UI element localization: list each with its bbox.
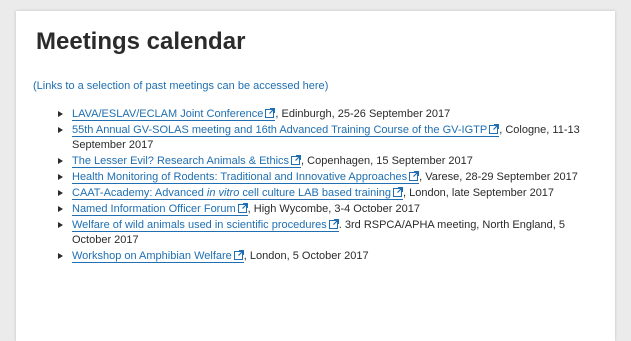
- meeting-link[interactable]: Health Monitoring of Rodents: Traditiona…: [72, 171, 420, 184]
- triangle-bullet-icon: [58, 222, 63, 228]
- meeting-link[interactable]: CAAT-Academy: Advanced in vitro cell cul…: [72, 187, 403, 200]
- triangle-bullet-icon: [58, 158, 63, 164]
- list-item: Named Information Officer Forum , High Wy…: [58, 202, 588, 217]
- triangle-bullet-icon: [58, 253, 63, 259]
- triangle-bullet-icon: [58, 174, 63, 180]
- external-link-icon: [233, 250, 244, 260]
- triangle-bullet-icon: [58, 206, 63, 212]
- meeting-link-text: CAAT-Academy: Advanced: [72, 187, 207, 199]
- triangle-bullet-icon: [58, 190, 63, 196]
- meeting-link-text: Workshop on Amphibian Welfare: [72, 250, 232, 262]
- past-meetings-note: (Links to a selection of past meetings c…: [33, 80, 328, 92]
- meeting-link-text: LAVA/ESLAV/ECLAM Joint Conference: [72, 108, 264, 120]
- external-link-icon: [265, 108, 276, 118]
- meeting-link[interactable]: LAVA/ESLAV/ECLAM Joint Conference: [72, 108, 276, 121]
- meeting-details: , London, late September 2017: [402, 187, 555, 199]
- meeting-link-text: 55th Annual GV-SOLAS meeting and 16th Ad…: [72, 124, 488, 136]
- meetings-list: LAVA/ESLAV/ECLAM Joint Conference , Edinb…: [58, 107, 588, 265]
- meeting-link[interactable]: Welfare of wild animals used in scientif…: [72, 219, 339, 232]
- meeting-link-text: Welfare of wild animals used in scientif…: [72, 219, 327, 231]
- meeting-details: , Varese, 28-29 September 2017: [419, 171, 578, 183]
- external-link-icon: [237, 203, 248, 213]
- meeting-link-text: Named Information Officer Forum: [72, 203, 236, 215]
- page-title: Meetings calendar: [36, 28, 246, 55]
- external-link-icon: [409, 171, 420, 181]
- triangle-bullet-icon: [58, 111, 63, 117]
- list-item: Health Monitoring of Rodents: Traditiona…: [58, 170, 588, 185]
- external-link-icon: [328, 219, 339, 229]
- meeting-details: , High Wycombe, 3-4 October 2017: [247, 203, 420, 215]
- meeting-link-text-end: cell culture LAB based training: [239, 187, 391, 199]
- external-link-icon: [392, 187, 403, 197]
- meeting-link-text: The Lesser Evil? Research Animals & Ethi…: [72, 155, 290, 167]
- triangle-bullet-icon: [58, 127, 63, 133]
- meeting-link[interactable]: The Lesser Evil? Research Animals & Ethi…: [72, 155, 302, 168]
- list-item: Workshop on Amphibian Welfare , London, 5…: [58, 249, 588, 264]
- meeting-link[interactable]: 55th Annual GV-SOLAS meeting and 16th Ad…: [72, 124, 500, 137]
- meeting-details: , Edinburgh, 25-26 September 2017: [275, 108, 451, 120]
- past-close-paren: ): [324, 80, 329, 92]
- list-item: The Lesser Evil? Research Animals & Ethi…: [58, 154, 588, 169]
- list-item: CAAT-Academy: Advanced in vitro cell cul…: [58, 186, 588, 201]
- meeting-details: , London, 5 October 2017: [243, 250, 369, 262]
- meeting-link-emphasis: in vitro: [206, 187, 240, 199]
- past-meetings-link-text: Links to a selection of past meetings ca…: [36, 80, 325, 92]
- content-card: Meetings calendar (Links to a selection …: [16, 11, 615, 341]
- list-item: 55th Annual GV-SOLAS meeting and 16th Ad…: [58, 123, 588, 153]
- meeting-details: , Copenhagen, 15 September 2017: [301, 155, 473, 167]
- list-item: LAVA/ESLAV/ECLAM Joint Conference , Edinb…: [58, 107, 588, 122]
- list-item: Welfare of wild animals used in scientif…: [58, 218, 588, 248]
- meeting-link[interactable]: Named Information Officer Forum: [72, 203, 248, 216]
- past-meetings-link[interactable]: (Links to a selection of past meetings c…: [33, 80, 328, 92]
- external-link-icon: [489, 124, 500, 134]
- meeting-link-text: Health Monitoring of Rodents: Traditiona…: [72, 171, 408, 183]
- meeting-link[interactable]: Workshop on Amphibian Welfare: [72, 250, 244, 263]
- external-link-icon: [291, 155, 302, 165]
